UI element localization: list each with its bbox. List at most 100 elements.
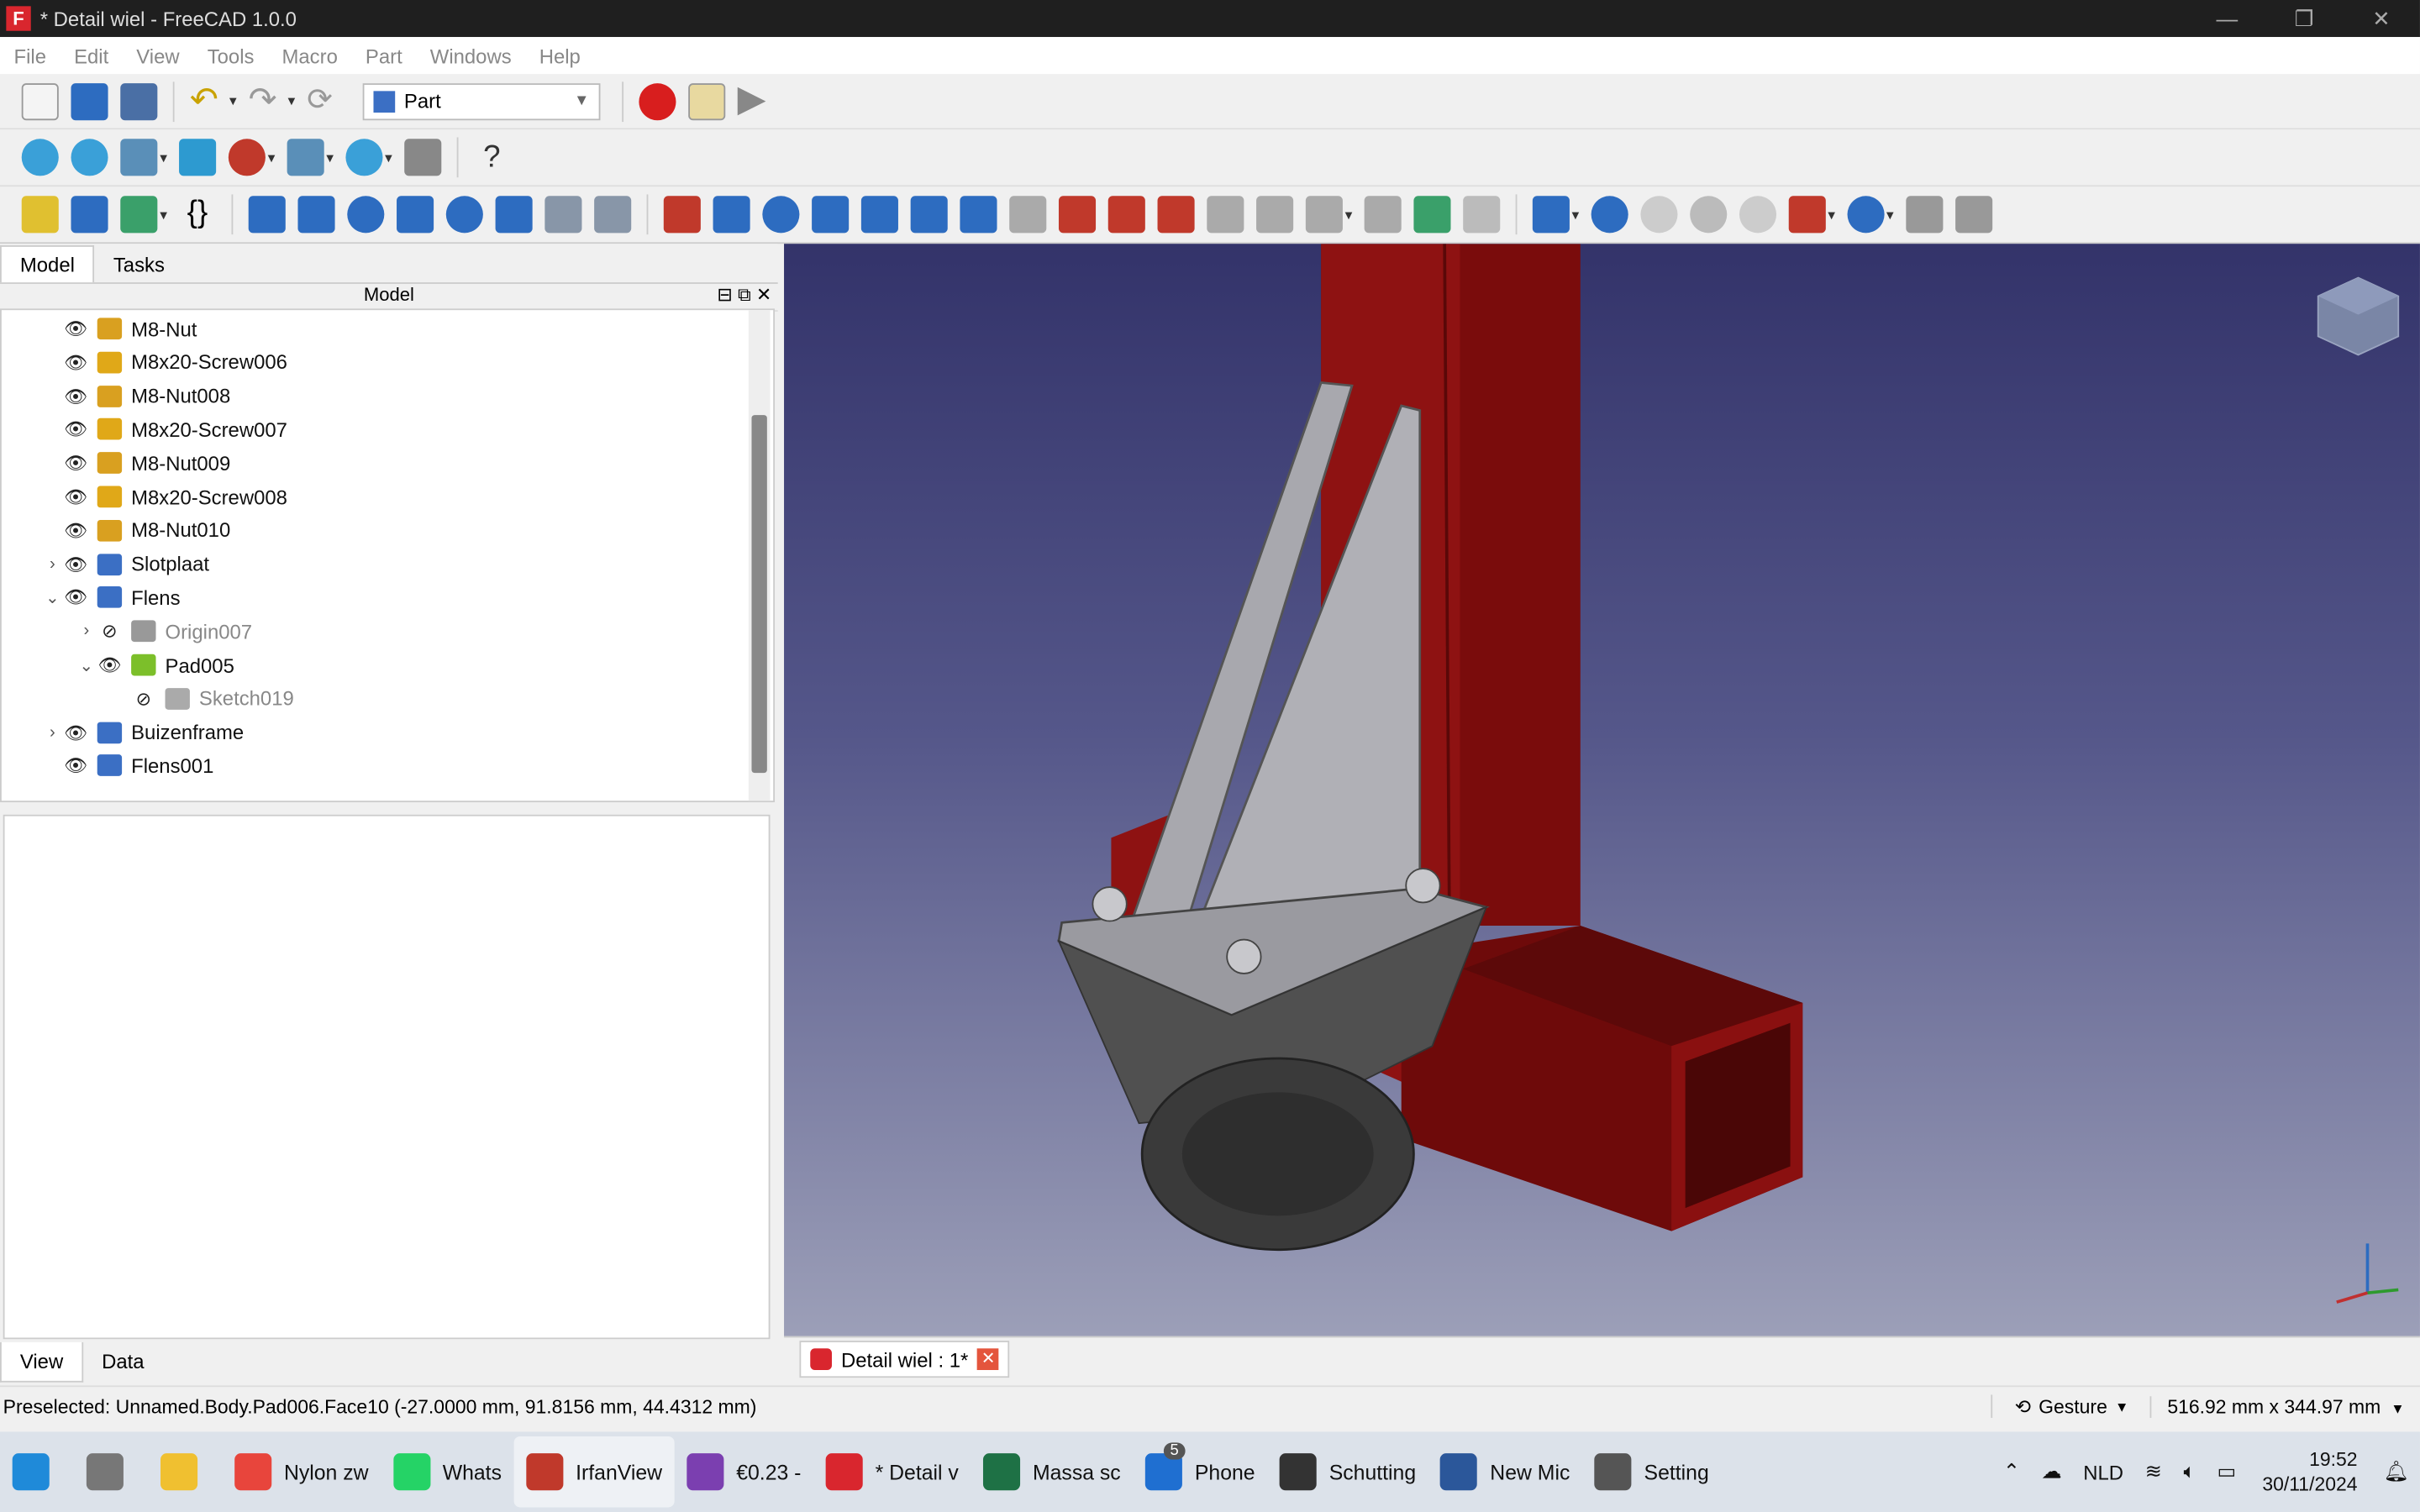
measure-icon[interactable] [178, 139, 216, 176]
start-button[interactable] [0, 1436, 74, 1507]
menu-edit[interactable]: Edit [60, 44, 123, 67]
color-per-face-icon[interactable] [1364, 196, 1402, 234]
cone-icon[interactable] [396, 196, 434, 234]
tree-item[interactable]: ⌄ 👁︎ Pad005 [76, 648, 234, 681]
view-dimensions-selector[interactable]: 516.92 mm x 344.97 mm ▼ [2150, 1395, 2420, 1418]
bounding-box-icon[interactable] [287, 139, 324, 176]
part-share-icon[interactable] [120, 196, 158, 234]
fuse-icon[interactable] [1689, 196, 1727, 234]
visibility-eye-icon[interactable]: 👁︎ [63, 722, 87, 743]
visibility-eye-icon[interactable]: 👁︎ [63, 452, 87, 474]
taskbar-app[interactable]: Nylon zw [222, 1436, 381, 1507]
maximize-button[interactable]: ❐ [2265, 5, 2343, 31]
menu-tools[interactable]: Tools [193, 44, 268, 67]
section-icon[interactable] [1107, 196, 1145, 234]
tree-item[interactable]: 👁︎ M8-Nut010 [42, 513, 231, 547]
minimize-button[interactable]: — [2188, 5, 2265, 31]
expression-icon[interactable]: {} [179, 196, 216, 233]
onedrive-icon[interactable]: ☁ [2042, 1460, 2062, 1484]
menu-macro[interactable]: Macro [268, 44, 351, 67]
menu-view[interactable]: View [123, 44, 193, 67]
compound-icon[interactable] [1532, 196, 1570, 234]
check-geometry-icon[interactable] [1905, 196, 1943, 234]
menu-windows[interactable]: Windows [416, 44, 525, 67]
open-document-icon[interactable] [71, 82, 108, 120]
torus-icon[interactable] [445, 196, 483, 234]
cross-sections-icon[interactable] [1157, 196, 1195, 234]
taskbar-app[interactable]: Schutting [1267, 1436, 1428, 1507]
tree-item[interactable]: 👁︎ M8-Nut009 [42, 446, 231, 480]
expand-toggle-icon[interactable]: ⌄ [76, 655, 97, 675]
close-panel-icon[interactable]: ⊟ ⧉ ✕ [717, 284, 771, 307]
expand-toggle-icon[interactable]: › [42, 554, 64, 573]
redo-icon[interactable]: ↷ [249, 81, 286, 119]
mirror-icon[interactable] [762, 196, 800, 234]
visibility-eye-icon[interactable]: 👁︎ [63, 520, 87, 542]
volume-icon[interactable]: 🔈︎ [2183, 1460, 2195, 1484]
taskbar-app[interactable]: New Mic [1428, 1436, 1582, 1507]
taskbar-app[interactable]: * Detail v [813, 1436, 971, 1507]
taskbar-app[interactable]: €0.23 - [675, 1436, 813, 1507]
isometric-view-icon[interactable] [120, 139, 158, 176]
tree-item[interactable]: ⊘ Sketch019 [109, 681, 294, 715]
expand-toggle-icon[interactable]: ⌄ [42, 588, 64, 607]
taskbar-app[interactable]: Setting [1582, 1436, 1721, 1507]
visibility-eye-icon[interactable]: 👁︎ [63, 318, 87, 339]
shape-builder-icon[interactable] [593, 196, 632, 234]
tree-item[interactable]: ⌄ 👁︎ Flens [42, 580, 181, 614]
menu-part[interactable]: Part [351, 44, 416, 67]
menu-help[interactable]: Help [525, 44, 594, 67]
tab-view[interactable]: View [0, 1341, 84, 1383]
explode-compound-icon[interactable] [1954, 196, 1992, 234]
close-tab-icon[interactable]: ✕ [977, 1348, 1000, 1370]
new-document-icon[interactable] [21, 82, 59, 120]
offset-icon[interactable] [1207, 196, 1244, 234]
visibility-eye-icon[interactable]: 👁︎ [63, 385, 87, 407]
tube-icon[interactable] [495, 196, 533, 234]
hidden-eye-icon[interactable]: ⊘ [97, 621, 122, 643]
tree-item[interactable]: › ⊘ Origin007 [76, 614, 252, 648]
visibility-eye-icon[interactable]: 👁︎ [63, 486, 87, 508]
fit-selection-icon[interactable] [71, 139, 108, 176]
macro-edit-icon[interactable] [687, 82, 725, 120]
chamfer-icon[interactable] [860, 196, 898, 234]
extrude-icon[interactable] [663, 196, 701, 234]
notification-bell-icon[interactable]: 🔔︎ [2384, 1460, 2409, 1484]
tree-item[interactable]: › 👁︎ Buizenframe [42, 715, 245, 748]
cylinder-icon[interactable] [297, 196, 335, 234]
taskbar-app[interactable]: IrfanView [513, 1436, 675, 1508]
refresh-icon[interactable]: ⟳ [307, 82, 344, 119]
macro-run-icon[interactable]: ▶ [738, 81, 775, 119]
split-icon[interactable] [1846, 196, 1885, 234]
loft-icon[interactable] [1009, 196, 1047, 234]
fit-all-icon[interactable] [21, 139, 59, 176]
tab-tasks[interactable]: Tasks [95, 247, 183, 282]
wifi-icon[interactable]: ≋ [2145, 1460, 2162, 1484]
battery-icon[interactable]: ▭ [2217, 1460, 2237, 1484]
close-window-button[interactable]: ✕ [2343, 5, 2420, 31]
box-icon[interactable] [248, 196, 286, 234]
zoom-icon[interactable] [345, 139, 383, 176]
ruled-surface-icon[interactable] [960, 196, 997, 234]
common-icon[interactable] [1739, 196, 1776, 234]
tab-model[interactable]: Model [0, 245, 95, 283]
tree-item[interactable]: 👁︎ Flens001 [42, 749, 214, 783]
navigation-cube[interactable] [2317, 276, 2400, 356]
macro-record-icon[interactable] [639, 82, 676, 120]
sphere-icon[interactable] [347, 196, 385, 234]
primitives-icon[interactable] [544, 196, 582, 234]
visibility-eye-icon[interactable]: 👁︎ [97, 654, 122, 676]
language-indicator[interactable]: NLD [2083, 1460, 2123, 1483]
make-face-icon[interactable] [910, 196, 948, 234]
thickness-icon[interactable] [1255, 196, 1294, 234]
document-tab[interactable]: Detail wiel : 1* ✕ [799, 1341, 1010, 1378]
tree-item[interactable]: › 👁︎ Slotplaat [42, 547, 209, 580]
task-view-button[interactable] [74, 1436, 148, 1507]
3d-viewport[interactable] [784, 244, 2420, 1336]
part-container-icon[interactable] [71, 196, 108, 234]
expand-toggle-icon[interactable]: › [42, 723, 64, 742]
whats-this-icon[interactable]: ? [473, 139, 510, 176]
tree-scrollbar-thumb[interactable] [751, 415, 767, 774]
visibility-eye-icon[interactable]: 👁︎ [63, 554, 87, 575]
join-features-icon[interactable] [1788, 196, 1826, 234]
